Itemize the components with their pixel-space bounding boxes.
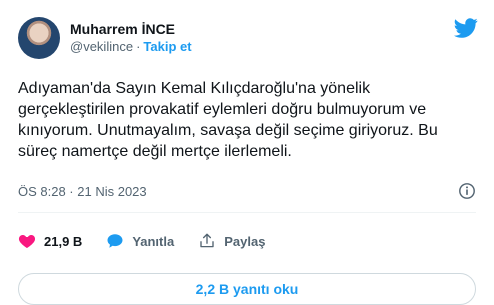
share-icon xyxy=(200,233,214,248)
twitter-bird-icon[interactable] xyxy=(454,16,478,40)
tweet-header: Muharrem İNCE @vekilince · Takip et xyxy=(18,16,476,60)
heart-icon xyxy=(18,235,36,249)
action-bar: 21,9 B Yanıtla Paylaş xyxy=(18,223,476,259)
tweet-timestamp[interactable]: ÖS 8:28 · 21 Nis 2023 xyxy=(18,184,147,199)
speech-bubble-icon xyxy=(107,234,123,248)
author-name[interactable]: Muharrem İNCE xyxy=(70,20,192,38)
follow-link[interactable]: Takip et xyxy=(143,39,191,54)
like-button[interactable]: 21,9 B xyxy=(18,232,82,250)
tweet-card: Muharrem İNCE @vekilince · Takip et Adıyam… xyxy=(0,0,494,305)
read-replies-button[interactable]: 2,2 B yanıtı oku xyxy=(18,273,476,305)
like-count: 21,9 B xyxy=(44,233,83,249)
share-button[interactable]: Paylaş xyxy=(198,232,265,250)
reply-button[interactable]: Yanıtla xyxy=(106,232,174,250)
tweet-text: Adıyaman'da Sayın Kemal Kılıçdaroğlu'na … xyxy=(18,80,438,160)
info-icon[interactable] xyxy=(458,182,476,200)
author-handle[interactable]: @vekilince xyxy=(70,39,133,54)
author-identity: Muharrem İNCE @vekilince · Takip et xyxy=(70,20,192,56)
read-replies-label: 2,2 B yanıtı oku xyxy=(195,281,299,297)
separator-dot: · xyxy=(136,39,141,54)
tweet-meta: ÖS 8:28 · 21 Nis 2023 xyxy=(18,181,476,201)
reply-label: Yanıtla xyxy=(132,233,175,249)
avatar[interactable] xyxy=(18,17,60,59)
divider xyxy=(18,212,476,213)
share-label: Paylaş xyxy=(224,233,266,249)
handle-row: @vekilince · Takip et xyxy=(70,38,192,56)
